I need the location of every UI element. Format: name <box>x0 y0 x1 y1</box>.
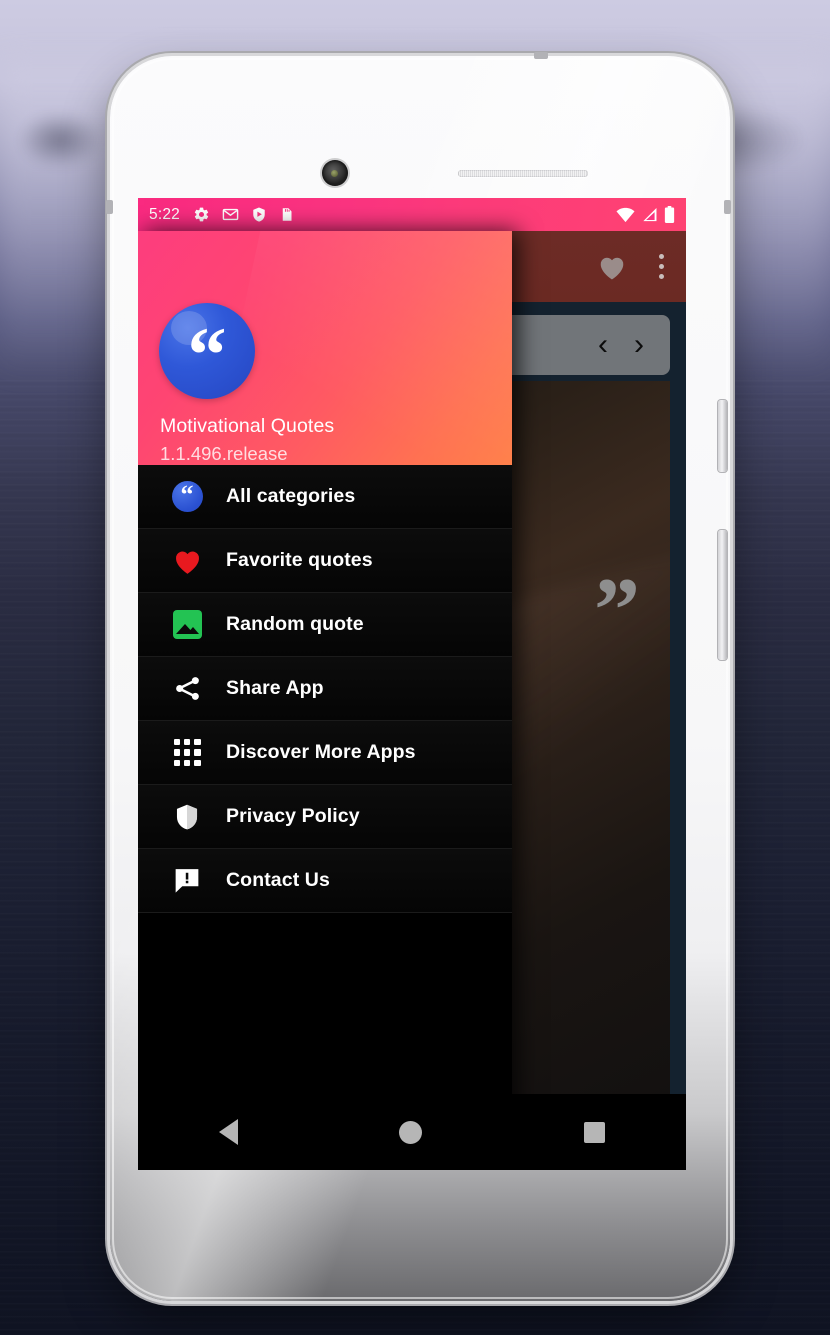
image-icon <box>172 610 202 639</box>
share-icon <box>175 677 199 700</box>
app-logo-icon: “ <box>159 303 255 399</box>
status-bar-clock: 5:22 <box>149 205 180 223</box>
quote-bubble-icon: “ <box>171 481 203 512</box>
closing-quotation-mark-icon: ” <box>594 559 640 661</box>
antenna-band-right <box>724 200 731 214</box>
more-vertical-icon[interactable] <box>653 254 670 279</box>
front-camera-icon <box>322 160 348 186</box>
drawer-item-favorite-quotes[interactable]: Favorite quotes <box>138 529 512 593</box>
earpiece-speaker-icon <box>458 170 588 177</box>
drawer-item-discover-more-apps[interactable]: Discover More Apps <box>138 721 512 785</box>
antenna-band-top <box>534 52 548 59</box>
app-name: Motivational Quotes <box>160 415 335 437</box>
drawer-item-label: Discover More Apps <box>226 741 416 763</box>
heart-icon <box>175 551 199 574</box>
shield-icon <box>176 804 198 829</box>
home-circle-icon[interactable] <box>399 1120 423 1144</box>
drawer-item-all-categories[interactable]: “ All categories <box>138 465 512 529</box>
gmail-icon <box>222 208 239 221</box>
drawer-menu-list: “ All categories Favorite quotes Random … <box>138 465 512 1143</box>
drawer-item-share-app[interactable]: Share App <box>138 657 512 721</box>
status-bar: 5:22 <box>138 198 686 231</box>
feedback-icon <box>175 869 199 893</box>
app-logo-quote-glyph: “ <box>187 311 227 398</box>
drawer-item-label: Contact Us <box>226 869 330 891</box>
cell-signal-icon <box>643 207 657 221</box>
apps-grid-icon <box>173 739 201 766</box>
status-bar-system-icons <box>616 206 675 223</box>
play-protect-shield-icon <box>253 207 265 222</box>
drawer-item-contact-us[interactable]: Contact Us <box>138 849 512 913</box>
drawer-item-label: Share App <box>226 677 324 699</box>
wifi-icon <box>616 207 635 222</box>
next-quote-button[interactable]: › <box>634 330 644 360</box>
drawer-item-label: Privacy Policy <box>226 805 360 827</box>
phone-screen: 5:22 ‹ › ” “ Motivational Quotes 1.1.496… <box>138 198 686 1170</box>
navigation-drawer: “ Motivational Quotes 1.1.496.release “ … <box>138 231 512 1170</box>
drawer-item-label: Favorite quotes <box>226 549 373 571</box>
antenna-band-left <box>106 200 113 214</box>
power-button[interactable] <box>718 400 727 472</box>
android-navigation-bar <box>138 1094 686 1170</box>
recents-square-icon[interactable] <box>584 1121 606 1143</box>
drawer-item-random-quote[interactable]: Random quote <box>138 593 512 657</box>
favorite-heart-icon[interactable] <box>597 253 627 281</box>
drawer-item-label: All categories <box>226 485 356 507</box>
previous-quote-button[interactable]: ‹ <box>598 330 608 360</box>
sd-card-icon <box>282 208 292 221</box>
app-version: 1.1.496.release <box>160 443 288 464</box>
battery-icon <box>664 206 675 223</box>
settings-gear-icon <box>194 207 209 222</box>
drawer-item-privacy-policy[interactable]: Privacy Policy <box>138 785 512 849</box>
back-triangle-icon[interactable] <box>218 1119 238 1145</box>
drawer-header: “ Motivational Quotes 1.1.496.release <box>138 231 512 465</box>
status-bar-notification-icons <box>193 206 294 223</box>
drawer-item-label: Random quote <box>226 613 364 635</box>
volume-rocker-button[interactable] <box>718 530 727 660</box>
